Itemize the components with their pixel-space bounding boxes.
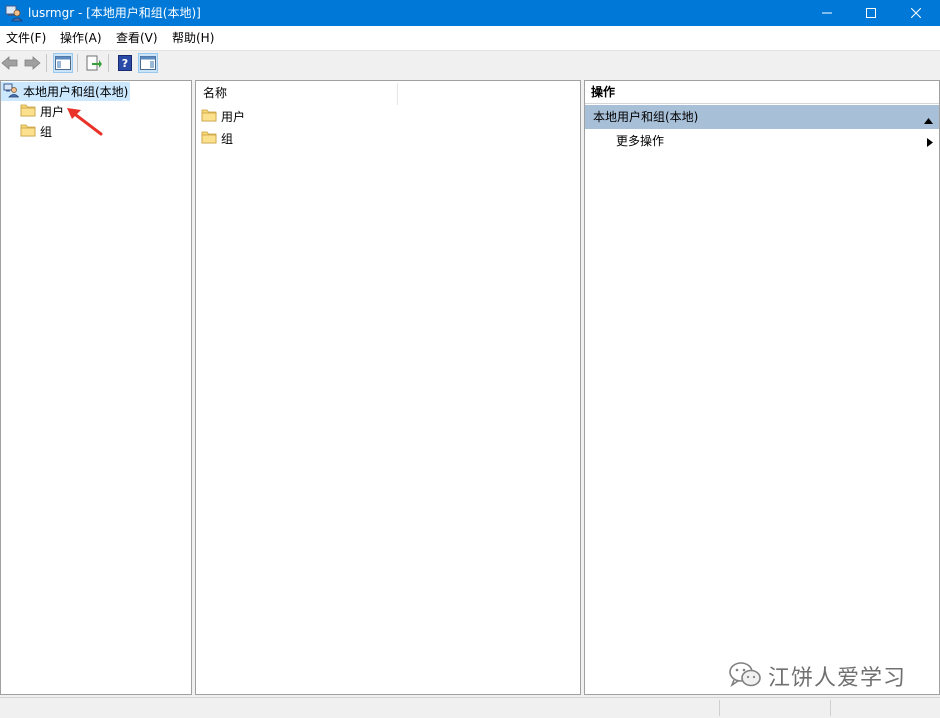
menu-view[interactable]: 查看(V) xyxy=(114,26,160,50)
forward-arrow-icon[interactable] xyxy=(22,53,42,73)
status-divider xyxy=(719,700,720,716)
minimize-button[interactable] xyxy=(804,0,850,26)
window-title: lusrmgr - [本地用户和组(本地)] xyxy=(28,6,201,20)
console-tree-pane: 本地用户和组(本地) 用户 组 xyxy=(0,80,192,695)
actions-section-local-users-groups[interactable]: 本地用户和组(本地) xyxy=(585,105,939,129)
status-divider xyxy=(830,700,831,716)
tree-item-users[interactable]: 用户 xyxy=(20,102,64,121)
close-button[interactable] xyxy=(893,0,939,26)
back-arrow-icon[interactable] xyxy=(0,53,20,73)
wechat-icon xyxy=(728,661,762,692)
export-list-icon[interactable] xyxy=(84,53,104,73)
watermark: 江饼人爱学习 xyxy=(728,660,906,692)
actions-header: 操作 xyxy=(585,81,939,104)
show-hide-action-pane-icon[interactable] xyxy=(138,53,158,73)
menu-file[interactable]: 文件(F) xyxy=(4,26,48,50)
tree-item-groups[interactable]: 组 xyxy=(20,122,52,141)
users-groups-icon xyxy=(3,82,20,101)
folder-icon xyxy=(201,108,217,125)
column-header[interactable]: 名称 xyxy=(196,81,580,105)
list-item-groups[interactable]: 组 xyxy=(201,129,233,147)
folder-icon xyxy=(20,123,36,140)
submenu-right-icon[interactable] xyxy=(927,136,933,150)
folder-icon xyxy=(201,130,217,147)
toolbar-separator xyxy=(46,54,47,72)
maximize-button[interactable] xyxy=(848,0,894,26)
menu-action[interactable]: 操作(A) xyxy=(58,26,104,50)
column-divider[interactable] xyxy=(397,83,398,105)
toolbar-separator xyxy=(77,54,78,72)
help-icon[interactable]: ? xyxy=(115,53,135,73)
tree-item-label: 组 xyxy=(40,125,53,139)
watermark-text: 江饼人爱学习 xyxy=(768,666,907,691)
more-actions-item[interactable]: 更多操作 xyxy=(616,132,664,150)
actions-section-label: 本地用户和组(本地) xyxy=(593,110,699,124)
menu-help[interactable]: 帮助(H) xyxy=(170,26,216,50)
title-bar: lusrmgr - [本地用户和组(本地)] xyxy=(0,0,940,26)
annotation-arrow-icon xyxy=(64,106,104,141)
folder-icon xyxy=(20,103,36,120)
status-bar xyxy=(0,697,940,718)
svg-text:?: ? xyxy=(122,57,128,70)
tree-root-label: 本地用户和组(本地) xyxy=(23,85,129,99)
tree-item-local-users-groups[interactable]: 本地用户和组(本地) xyxy=(3,82,128,101)
collapse-up-icon[interactable] xyxy=(924,113,933,127)
toolbar: ? xyxy=(0,50,940,77)
toolbar-separator xyxy=(108,54,109,72)
list-item-label: 用户 xyxy=(221,109,246,124)
show-hide-tree-icon[interactable] xyxy=(53,53,73,73)
list-item-label: 组 xyxy=(221,131,234,146)
results-list-pane: 名称 用户 组 xyxy=(195,80,581,695)
actions-pane: 操作 本地用户和组(本地) 更多操作 xyxy=(584,80,940,695)
column-header-name[interactable]: 名称 xyxy=(203,81,227,105)
tree-item-label: 用户 xyxy=(40,105,65,119)
computer-management-icon xyxy=(5,4,23,22)
list-item-users[interactable]: 用户 xyxy=(201,107,245,125)
menu-bar: 文件(F) 操作(A) 查看(V) 帮助(H) xyxy=(0,26,940,50)
actions-header-label: 操作 xyxy=(591,85,616,99)
